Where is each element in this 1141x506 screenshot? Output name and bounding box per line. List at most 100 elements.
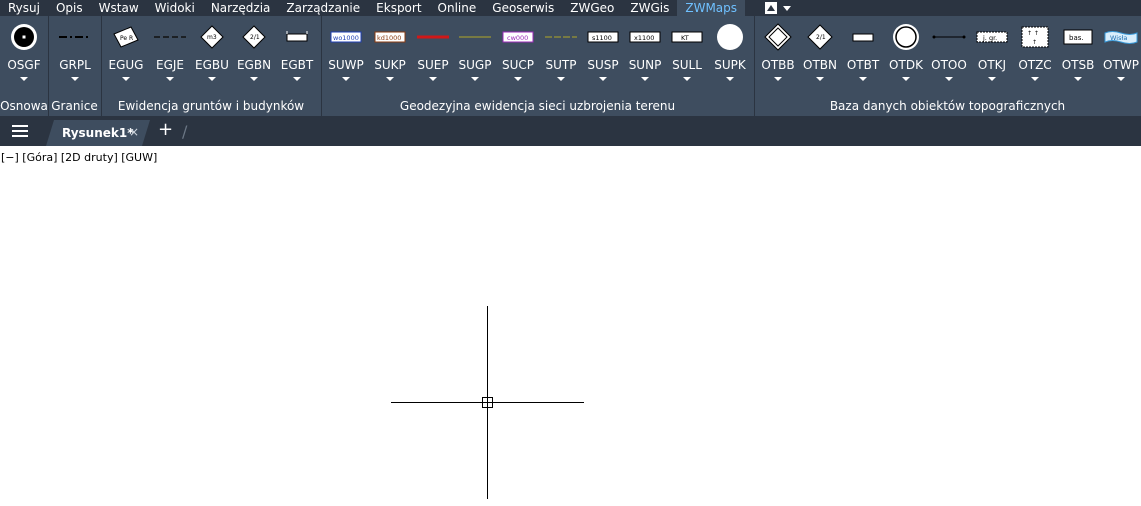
- menu-widoki[interactable]: Widoki: [147, 0, 203, 16]
- chevron-down-icon[interactable]: [471, 77, 479, 81]
- tool-egbu[interactable]: m3 EGBU: [190, 20, 234, 90]
- svg-text:bas.: bas.: [1069, 34, 1084, 42]
- tool-sunp[interactable]: x1100 SUNP: [623, 20, 667, 90]
- tool-osgf[interactable]: OSGF: [2, 20, 46, 90]
- document-tab[interactable]: Rysunek1* ×: [46, 120, 150, 146]
- chevron-down-icon[interactable]: [342, 77, 350, 81]
- ribbon-dropdown-icon[interactable]: [783, 5, 792, 11]
- chevron-down-icon[interactable]: [816, 77, 824, 81]
- menu-narzedzia[interactable]: Narzędzia: [203, 0, 279, 16]
- tool-otbn[interactable]: 2/1 OTBN: [798, 20, 842, 90]
- svg-text:x1100: x1100: [634, 34, 654, 42]
- panel-granice: GRPL Granice: [48, 16, 102, 116]
- svg-text:cw000: cw000: [507, 34, 528, 42]
- tool-otkj[interactable]: j. gr. OTKJ: [970, 20, 1014, 90]
- menu-geoserwis[interactable]: Geoserwis: [484, 0, 562, 16]
- tool-otzc[interactable]: ↑ ↑ ↑ OTZC: [1013, 20, 1057, 90]
- tool-suep[interactable]: SUEP: [411, 20, 455, 90]
- tool-sutp[interactable]: SUTP: [539, 20, 583, 90]
- close-icon[interactable]: ×: [129, 125, 139, 139]
- registration-unit-line-icon: [150, 20, 190, 54]
- menu-rysuj[interactable]: Rysuj: [0, 0, 48, 16]
- panel-gesut: wo1000 SUWP kd1000 SUKP SUEP SUGP cw000 …: [321, 16, 755, 116]
- panel-osnowa: OSGF Osnowa: [0, 16, 49, 116]
- tool-suwp[interactable]: wo1000 SUWP: [324, 20, 368, 90]
- chevron-down-icon[interactable]: [726, 77, 734, 81]
- minimize-ribbon-icon[interactable]: [765, 2, 778, 14]
- tool-egug[interactable]: Pe R EGUG: [104, 20, 148, 90]
- chevron-down-icon[interactable]: [208, 77, 216, 81]
- chevron-down-icon[interactable]: [1117, 77, 1125, 81]
- label-box-icon: bas.: [1058, 20, 1098, 54]
- tool-otbb[interactable]: OTBB: [756, 20, 800, 90]
- control-point-icon: [4, 20, 44, 54]
- chevron-down-icon[interactable]: [988, 77, 996, 81]
- menu-zarzadzanie[interactable]: Zarządzanie: [278, 0, 368, 16]
- chevron-down-icon[interactable]: [250, 77, 258, 81]
- building-number-icon: 2/1: [800, 20, 840, 54]
- building-icon: m3: [192, 20, 232, 54]
- tool-egbn[interactable]: 2/1 EGBN: [232, 20, 276, 90]
- menu-zwgis[interactable]: ZWGis: [622, 0, 677, 16]
- chevron-down-icon[interactable]: [599, 77, 607, 81]
- tool-otbt[interactable]: OTBT: [841, 20, 885, 90]
- ring-icon: [886, 20, 926, 54]
- tool-label: SUKP: [374, 58, 406, 72]
- chevron-down-icon[interactable]: [514, 77, 522, 81]
- menu-bar: Rysuj Opis Wstaw Widoki Narzędzia Zarząd…: [0, 0, 1141, 16]
- chevron-down-icon[interactable]: [902, 77, 910, 81]
- chevron-down-icon[interactable]: [557, 77, 565, 81]
- pipe-label-icon: x1100: [625, 20, 665, 54]
- menu-online[interactable]: Online: [430, 0, 485, 16]
- ribbon-toggle[interactable]: [765, 2, 792, 14]
- building-number-icon: 2/1: [234, 20, 274, 54]
- tool-susp[interactable]: s1100 SUSP: [581, 20, 625, 90]
- tool-egje[interactable]: EGJE: [148, 20, 192, 90]
- svg-text:Wisła: Wisła: [1110, 34, 1127, 42]
- tool-egbt[interactable]: EGBT: [275, 20, 319, 90]
- chevron-down-icon[interactable]: [859, 77, 867, 81]
- telecom-line-icon: [541, 20, 581, 54]
- tool-supk[interactable]: SUPK: [708, 20, 752, 90]
- chevron-down-icon[interactable]: [20, 77, 28, 81]
- menu-zwmaps[interactable]: ZWMaps: [677, 0, 746, 16]
- menu-zwgeo[interactable]: ZWGeo: [562, 0, 622, 16]
- chevron-down-icon[interactable]: [774, 77, 782, 81]
- svg-text:2/1: 2/1: [250, 34, 260, 41]
- sewer-pipe-icon: kd1000: [370, 20, 410, 54]
- chevron-down-icon[interactable]: [1074, 77, 1082, 81]
- tool-otdk[interactable]: OTDK: [884, 20, 928, 90]
- tool-sull[interactable]: KT SULL: [665, 20, 709, 90]
- new-tab-button[interactable]: +: [158, 120, 173, 140]
- menu-wstaw[interactable]: Wstaw: [91, 0, 147, 16]
- menu-opis[interactable]: Opis: [48, 0, 91, 16]
- chevron-down-icon[interactable]: [429, 77, 437, 81]
- tool-otsb[interactable]: bas. OTSB: [1056, 20, 1100, 90]
- chevron-down-icon[interactable]: [386, 77, 394, 81]
- tool-otwp[interactable]: Wisła OTWP: [1099, 20, 1141, 90]
- tool-label: SUWP: [328, 58, 364, 72]
- chevron-down-icon[interactable]: [293, 77, 301, 81]
- tool-grpl[interactable]: GRPL: [53, 20, 97, 90]
- chevron-down-icon[interactable]: [641, 77, 649, 81]
- tool-sukp[interactable]: kd1000 SUKP: [368, 20, 412, 90]
- viewport-controls[interactable]: [−] [Góra] [2D druty] [GUW]: [1, 151, 157, 164]
- tool-sucp[interactable]: cw000 SUCP: [496, 20, 540, 90]
- chevron-down-icon[interactable]: [1031, 77, 1039, 81]
- drawing-canvas[interactable]: [−] [Góra] [2D druty] [GUW]: [0, 146, 1141, 506]
- tool-label: SUPK: [714, 58, 746, 72]
- tool-otoo[interactable]: OTOO: [927, 20, 971, 90]
- label-box-icon: j. gr.: [972, 20, 1012, 54]
- tool-sugp[interactable]: SUGP: [453, 20, 497, 90]
- chevron-down-icon[interactable]: [945, 77, 953, 81]
- chevron-down-icon[interactable]: [122, 77, 130, 81]
- svg-text:Pe R: Pe R: [120, 35, 133, 42]
- chevron-down-icon[interactable]: [683, 77, 691, 81]
- hamburger-menu-icon[interactable]: [12, 125, 28, 137]
- svg-text:↑ ↑: ↑ ↑: [1027, 30, 1039, 37]
- tool-label: EGBT: [280, 58, 314, 72]
- menu-eksport[interactable]: Eksport: [368, 0, 429, 16]
- land-use-icon: Pe R: [106, 20, 146, 54]
- chevron-down-icon[interactable]: [166, 77, 174, 81]
- chevron-down-icon[interactable]: [71, 77, 79, 81]
